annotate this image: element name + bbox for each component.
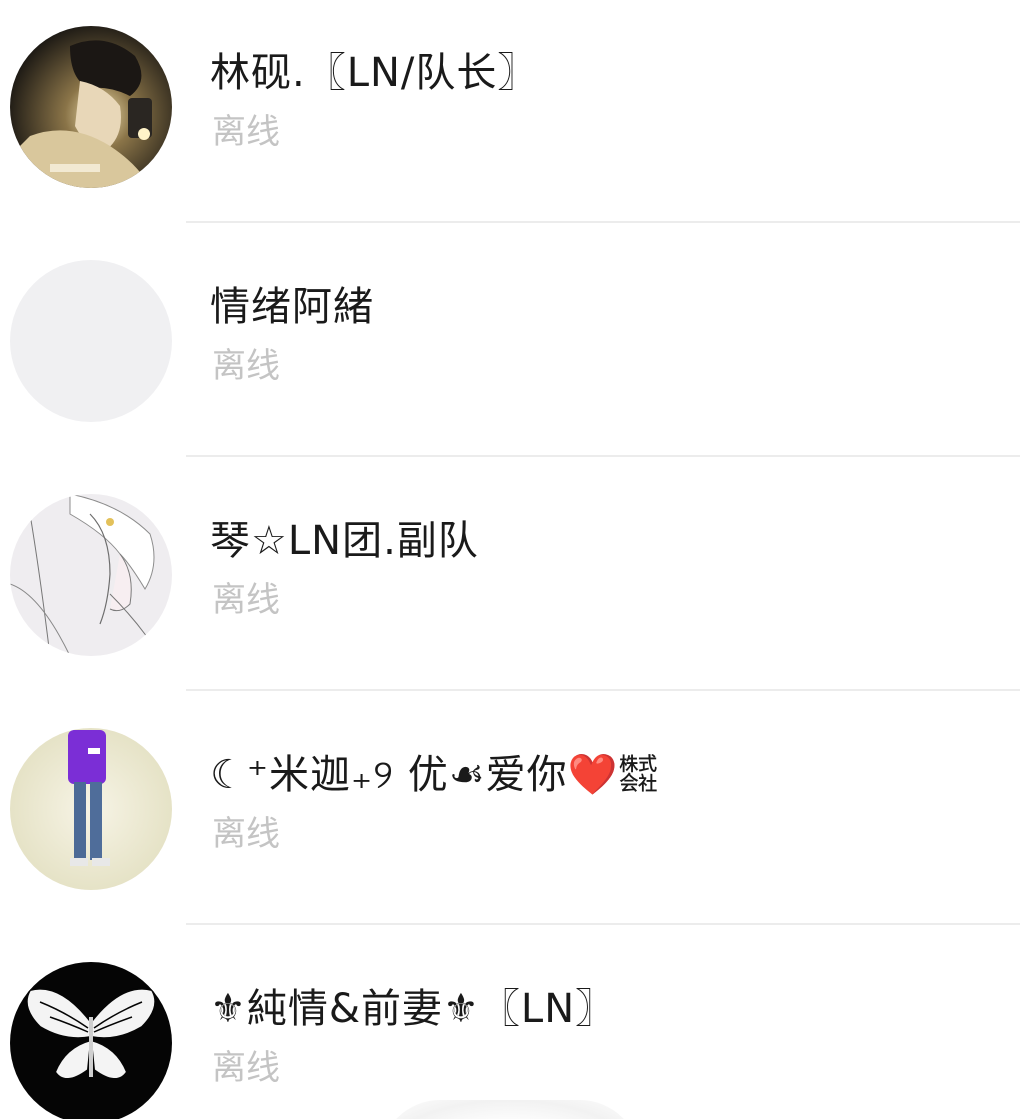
contact-name: 情绪阿緒 bbox=[210, 284, 374, 330]
contact-name: ⚜純情&前妻⚜〖LN〗 bbox=[210, 986, 617, 1032]
floating-button-edge[interactable] bbox=[380, 1100, 640, 1119]
avatar-placeholder-icon[interactable] bbox=[10, 260, 172, 422]
avatar-butterfly-icon[interactable] bbox=[10, 962, 172, 1119]
contact-status: 离线 bbox=[212, 112, 280, 152]
contact-status: 离线 bbox=[212, 580, 280, 620]
divider bbox=[186, 923, 1020, 925]
contact-row[interactable]: 情绪阿緒 离线 bbox=[0, 234, 1020, 468]
contact-row[interactable]: 琴☆LN团.副队 离线 bbox=[0, 468, 1020, 702]
contact-list: 林砚.〖LN/队长〗 离线 情绪阿緒 离线 琴☆LN团.副队 离线 ☾⁺米迦₊୨… bbox=[0, 0, 1020, 1119]
avatar-figure-icon[interactable] bbox=[10, 728, 172, 890]
contact-status: 离线 bbox=[212, 346, 280, 386]
divider bbox=[186, 455, 1020, 457]
divider bbox=[186, 221, 1020, 223]
contact-row[interactable]: ☾⁺米迦₊୨ 优☙爱你❤️㍿ 离线 bbox=[0, 702, 1020, 936]
avatar-photo-dark-icon[interactable] bbox=[10, 26, 172, 188]
contact-name: ☾⁺米迦₊୨ 优☙爱你❤️㍿ bbox=[210, 752, 660, 798]
contact-status: 离线 bbox=[212, 814, 280, 854]
contact-row[interactable]: 林砚.〖LN/队长〗 离线 bbox=[0, 0, 1020, 234]
contact-name: 琴☆LN团.副队 bbox=[210, 518, 479, 564]
avatar-anime-sketch-icon[interactable] bbox=[10, 494, 172, 656]
divider bbox=[186, 689, 1020, 691]
contact-name: 林砚.〖LN/队长〗 bbox=[210, 50, 539, 96]
contact-row[interactable]: ⚜純情&前妻⚜〖LN〗 离线 bbox=[0, 936, 1020, 1119]
contact-status: 离线 bbox=[212, 1048, 280, 1088]
